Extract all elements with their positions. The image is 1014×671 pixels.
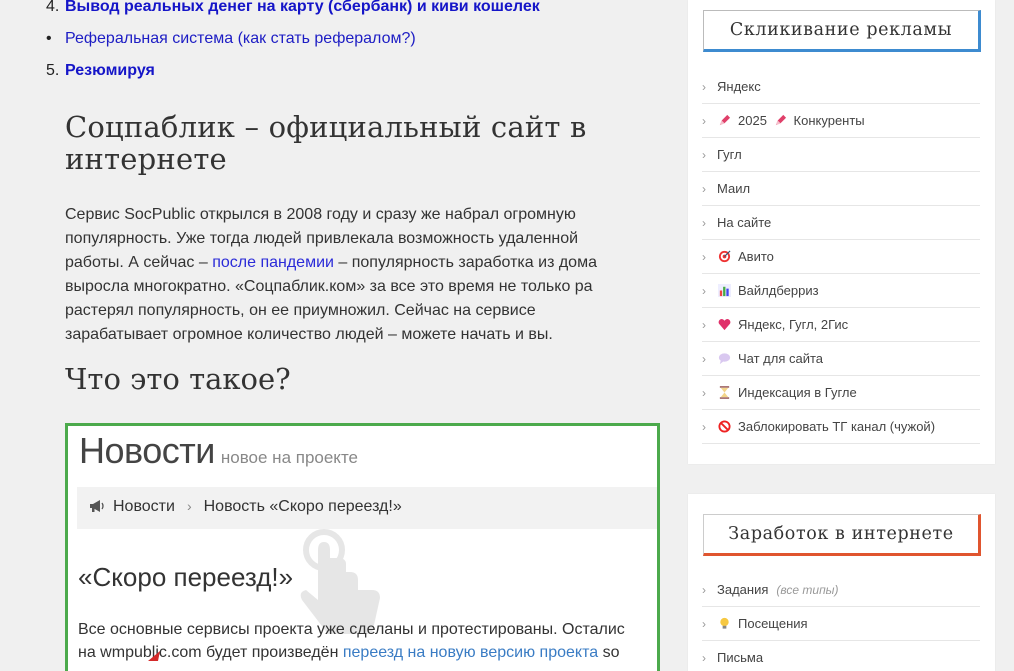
breadcrumb-current: Новость «Скоро переезд!» bbox=[203, 498, 402, 515]
chevron-right-icon: › bbox=[702, 582, 706, 597]
news-screenshot: Новости новое на проекте Новости › Новость … bbox=[65, 423, 660, 671]
news-heading: «Скоро переезд!» bbox=[78, 562, 294, 592]
list-item[interactable]: › Яндекс, Гугл, 2Гис bbox=[702, 308, 980, 342]
item-label: Яндекс bbox=[717, 79, 761, 94]
widget-click-fraud: Скликивание рекламы › Яндекс › 2025 Конкур… bbox=[688, 0, 995, 464]
chevron-right-icon: › bbox=[702, 419, 706, 434]
chart-icon bbox=[718, 284, 731, 297]
item-label: Конкуренты bbox=[793, 113, 865, 128]
item-hint: (все типы) bbox=[776, 582, 839, 597]
item-label: Посещения bbox=[738, 616, 808, 631]
news-header: Новости новое на проекте bbox=[79, 430, 358, 472]
chevron-right-icon: › bbox=[702, 351, 706, 366]
list-item[interactable]: › Письма bbox=[702, 641, 980, 671]
intro-paragraph: Сервис SocPublic открылся в 2008 году и … bbox=[65, 203, 640, 347]
chevron-right-icon: › bbox=[702, 147, 706, 162]
prohibited-icon bbox=[718, 420, 731, 433]
toc-number: 4. bbox=[46, 0, 60, 15]
widget-title: Скликивание рекламы bbox=[703, 10, 981, 52]
item-label: Заблокировать ТГ канал (чужой) bbox=[738, 419, 936, 434]
toc-bullet-item[interactable]: • Реферальная система (как стать реферало… bbox=[46, 30, 416, 48]
list-item[interactable]: › Авито bbox=[702, 240, 980, 274]
hourglass-icon bbox=[719, 386, 730, 399]
chevron-right-icon: › bbox=[702, 249, 706, 264]
breadcrumb: Новости › Новость «Скоро переезд!» bbox=[77, 487, 657, 529]
toc-item-4[interactable]: 4. Вывод реальных денег на карту (сбербан… bbox=[46, 0, 540, 16]
main-content: 4. Вывод реальных денег на карту (сбербан… bbox=[0, 0, 672, 671]
chevron-right-icon: › bbox=[702, 181, 706, 196]
item-label: На сайте bbox=[717, 215, 772, 230]
list-item[interactable]: › Посещения bbox=[702, 607, 980, 641]
toc-number: 5. bbox=[46, 62, 60, 79]
news-line-2: на wmpublic.com будет произведён bbox=[78, 644, 343, 661]
pen-icon bbox=[719, 114, 731, 126]
item-label: Гугл bbox=[717, 147, 742, 162]
news-line-1: Все основные сервисы проекта уже сделаны… bbox=[78, 621, 625, 638]
bullet-icon: • bbox=[46, 30, 52, 47]
chevron-right-icon: › bbox=[702, 317, 706, 332]
item-label: Индексация в Гугле bbox=[738, 385, 857, 400]
news-subtitle: новое на проекте bbox=[220, 448, 358, 467]
news-title: Новости bbox=[79, 430, 215, 471]
toc-item-5[interactable]: 5. Резюмируя bbox=[46, 62, 155, 80]
chevron-right-icon: › bbox=[702, 283, 706, 298]
chevron-right-icon: › bbox=[702, 385, 706, 400]
widget-list: › Задания (все типы) › Посещения › Письма bbox=[702, 573, 980, 671]
list-item[interactable]: › Вайлдберриз bbox=[702, 274, 980, 308]
chevron-right-icon: › bbox=[702, 215, 706, 230]
item-label: Письма bbox=[717, 650, 764, 665]
toc-link-summary[interactable]: Резюмируя bbox=[65, 62, 155, 79]
item-label: Яндекс, Гугл, 2Гис bbox=[738, 317, 849, 332]
speech-bubble-icon bbox=[718, 353, 731, 365]
list-item[interactable]: › Чат для сайта bbox=[702, 342, 980, 376]
migration-link: переезд на новую версию проекта bbox=[342, 644, 599, 661]
chevron-right-icon: › bbox=[702, 79, 706, 94]
heart-icon bbox=[718, 319, 731, 331]
section-heading: Что это такое? bbox=[65, 362, 291, 396]
list-item[interactable]: › Гугл bbox=[702, 138, 980, 172]
list-item[interactable]: › Маил bbox=[702, 172, 980, 206]
item-label: Вайлдберриз bbox=[738, 283, 819, 298]
chevron-right-icon: › bbox=[702, 113, 706, 128]
chevron-right-icon: › bbox=[702, 616, 706, 631]
item-label: Авито bbox=[738, 249, 774, 264]
list-item[interactable]: › Заблокировать ТГ канал (чужой) bbox=[702, 410, 980, 444]
target-icon bbox=[718, 250, 731, 263]
lightbulb-icon bbox=[720, 617, 729, 629]
widget-title: Заработок в интернете bbox=[703, 514, 981, 556]
item-label: 2025 bbox=[738, 113, 767, 128]
list-item[interactable]: › Задания (все типы) bbox=[702, 573, 980, 607]
list-item[interactable]: › Индексация в Гугле bbox=[702, 376, 980, 410]
item-label: Задания bbox=[717, 582, 769, 597]
pandemic-link[interactable]: после пандемии bbox=[212, 254, 334, 271]
list-item[interactable]: › На сайте bbox=[702, 206, 980, 240]
item-label: Чат для сайта bbox=[738, 351, 824, 366]
article-title: Соцпаблик – официальный сайт в интернете bbox=[65, 110, 587, 176]
chevron-right-icon: › bbox=[702, 650, 706, 665]
toc-link-withdraw[interactable]: Вывод реальных денег на карту (сбербанк)… bbox=[65, 0, 540, 15]
red-arrow-icon bbox=[148, 651, 160, 661]
item-label: Маил bbox=[717, 181, 751, 196]
widget-list: › Яндекс › 2025 Конкуренты › Гугл › Маил › На… bbox=[702, 70, 980, 444]
list-item[interactable]: › 2025 Конкуренты bbox=[702, 104, 980, 138]
widget-earnings: Заработок в интернете › Задания (все типы)… bbox=[688, 494, 995, 671]
chevron-right-icon: › bbox=[186, 498, 192, 514]
toc-link-referral[interactable]: Реферальная система (как стать рефералом… bbox=[65, 30, 416, 47]
list-item[interactable]: › Яндекс bbox=[702, 70, 980, 104]
megaphone-icon bbox=[90, 500, 104, 512]
breadcrumb-news: Новости bbox=[113, 498, 175, 515]
pen-icon bbox=[775, 114, 786, 126]
news-line-2-end: so bbox=[598, 644, 620, 661]
